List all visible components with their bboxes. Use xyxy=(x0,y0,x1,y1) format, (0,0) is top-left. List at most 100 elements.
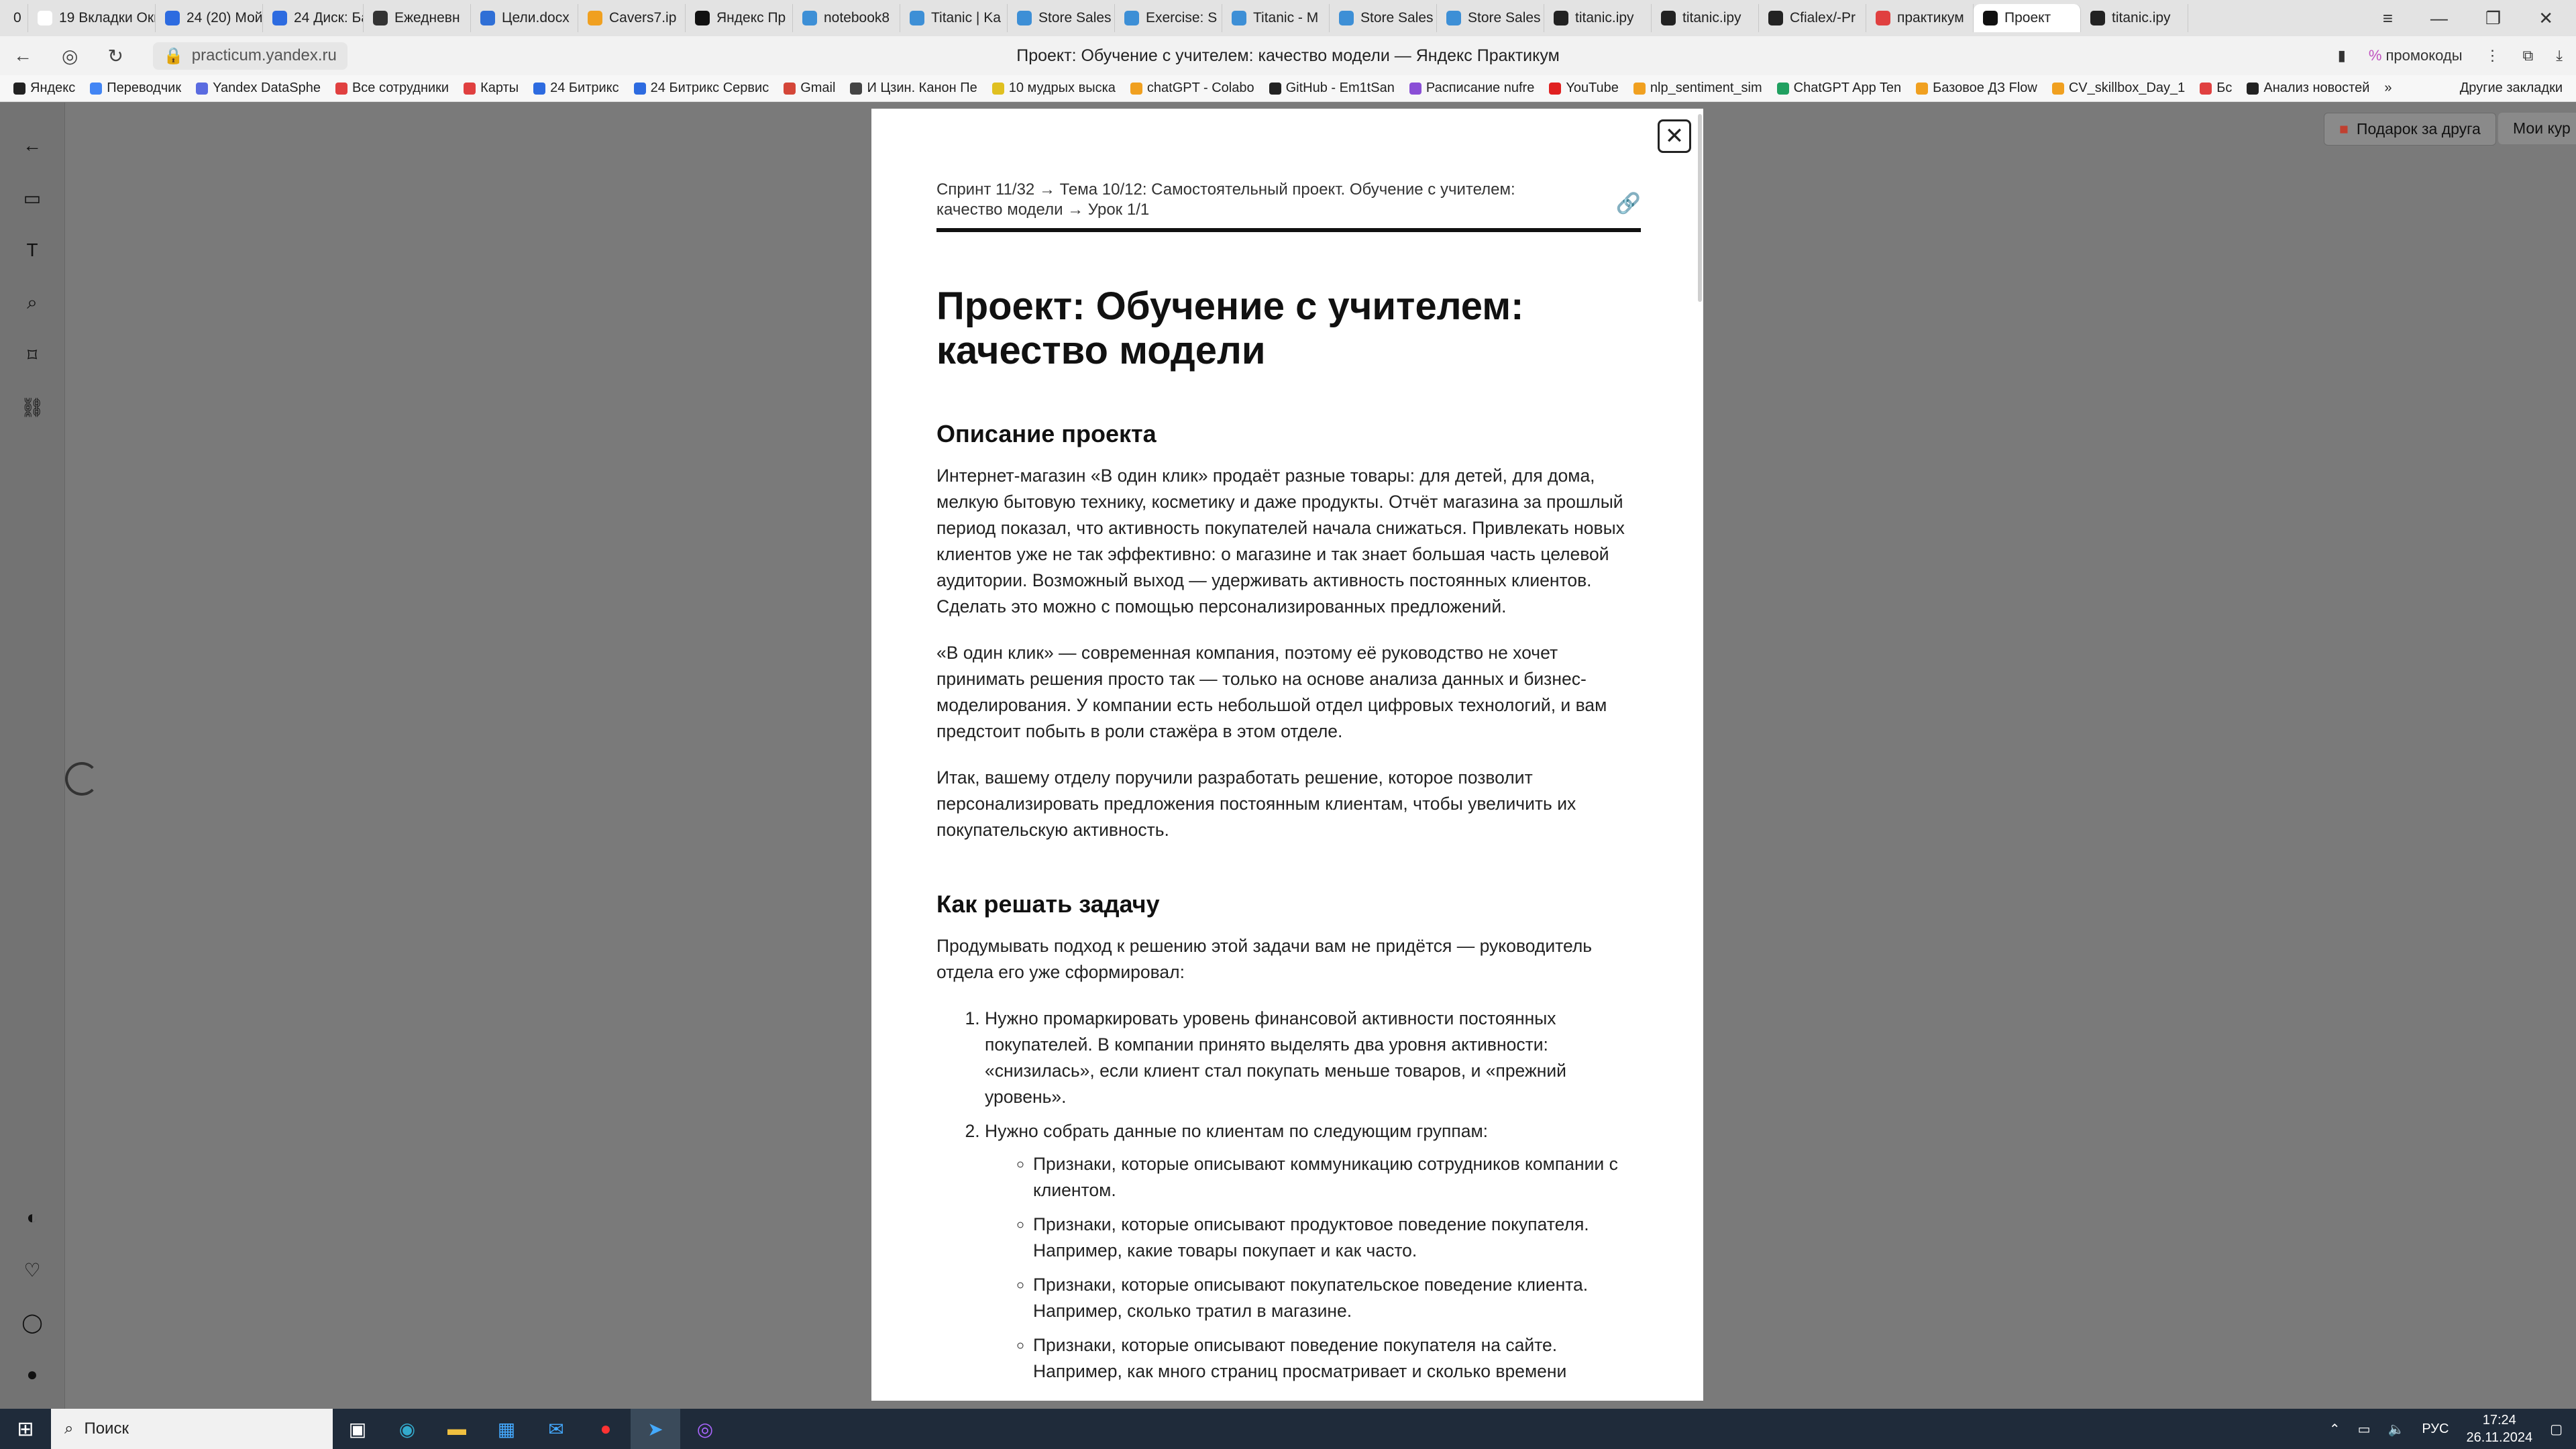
modal-scrollbar[interactable] xyxy=(1698,114,1702,302)
app-icon[interactable]: ◎ xyxy=(680,1409,730,1449)
restore-icon[interactable]: ❐ xyxy=(2485,8,2501,29)
my-courses-button[interactable]: Мои кур xyxy=(2498,113,2576,144)
bookmark-item[interactable]: chatGPT - Colabo xyxy=(1130,80,1254,96)
bookmark-item[interactable]: ChatGPT App Ten xyxy=(1776,80,1901,96)
bookmark-item[interactable]: И Цзин. Канон Пе xyxy=(850,80,977,96)
browser-tab[interactable]: Cfialex/-Pr xyxy=(1759,4,1866,32)
address-bar: ← ◎ ↻ 🔒 practicum.yandex.ru Проект: Обуч… xyxy=(0,36,2576,75)
minimize-icon[interactable]: — xyxy=(2430,8,2448,29)
edge-icon[interactable]: ◉ xyxy=(382,1409,432,1449)
avatar[interactable]: ● xyxy=(20,1362,44,1387)
tabs-menu-icon[interactable]: ≡ xyxy=(2383,8,2393,29)
windows-start-icon[interactable]: ⊞ xyxy=(0,1417,51,1441)
bookmark-item[interactable]: YouTube xyxy=(1549,80,1619,96)
menu-dots-icon[interactable]: ⋮ xyxy=(2485,47,2500,64)
network-icon[interactable]: ▭ xyxy=(2358,1421,2371,1438)
task-view-icon[interactable]: ▣ xyxy=(333,1409,382,1449)
browser-tab[interactable]: Exercise: S xyxy=(1115,4,1222,32)
yandex-protect-icon[interactable]: ◎ xyxy=(62,45,78,67)
bookmark-favicon-icon xyxy=(90,82,103,95)
book-icon[interactable]: ▭ xyxy=(20,186,44,210)
link-icon[interactable]: ⛓ xyxy=(20,395,44,419)
tab-favicon-icon xyxy=(1983,11,1998,25)
explorer-icon[interactable]: ▬ xyxy=(432,1409,482,1449)
chevron-up-icon[interactable]: ⌃ xyxy=(2329,1421,2341,1438)
download-icon[interactable]: ⤓ xyxy=(2556,47,2563,64)
bookmark-item[interactable]: Анализ новостей xyxy=(2247,80,2369,96)
volume-icon[interactable]: 🔈 xyxy=(2388,1421,2405,1438)
close-icon[interactable]: ✕ xyxy=(1658,119,1691,153)
bookmark-item[interactable]: Яндекс xyxy=(13,80,75,96)
chat-icon[interactable]: ◯ xyxy=(20,1310,44,1334)
mail-icon[interactable]: ✉ xyxy=(531,1409,581,1449)
bookmark-item[interactable]: Карты xyxy=(464,80,519,96)
bookmark-item[interactable]: Базовое ДЗ Flow xyxy=(1916,80,2037,96)
bookmark-icon[interactable]: ⌑ xyxy=(20,343,44,367)
bookmark-item[interactable]: 24 Битрикс xyxy=(533,80,619,96)
browser-tab[interactable]: titanic.ipy xyxy=(1544,4,1652,32)
clock[interactable]: 17:24 26.11.2024 xyxy=(2466,1411,2532,1446)
back-arrow-icon[interactable]: ← xyxy=(13,45,32,66)
list-item-text: Нужно собрать данные по клиентам по след… xyxy=(985,1121,1489,1141)
back-arrow-icon[interactable]: ← xyxy=(20,133,44,158)
tab-label: Проект xyxy=(2004,10,2051,25)
bookmark-label: Карты xyxy=(480,80,519,95)
bookmark-item[interactable]: 10 мудрых выска xyxy=(991,80,1116,96)
browser-tab[interactable]: Cavers7.ip xyxy=(578,4,686,32)
yandex-browser-icon[interactable]: ● xyxy=(581,1409,631,1449)
bookmark-page-icon[interactable]: ▮ xyxy=(2338,47,2346,64)
browser-tab[interactable]: titanic.ipy xyxy=(1652,4,1759,32)
browser-tab[interactable]: Titanic - M xyxy=(1222,4,1330,32)
browser-tab[interactable]: 24 Диск: Бар xyxy=(263,4,364,32)
other-bookmarks-button[interactable]: Другие закладки xyxy=(2460,80,2563,96)
browser-tab[interactable]: Store Sales xyxy=(1437,4,1544,32)
notifications-icon[interactable]: ▢ xyxy=(2550,1421,2563,1438)
bookmark-label: 24 Битрикс Сервис xyxy=(650,80,769,95)
store-icon[interactable]: ▦ xyxy=(482,1409,531,1449)
bookmark-favicon-icon xyxy=(335,82,347,95)
copy-link-icon[interactable]: 🔗 xyxy=(1616,192,1641,215)
search-icon[interactable]: ⌕ xyxy=(20,290,44,315)
browser-tab[interactable]: Яндекс Пр xyxy=(686,4,793,32)
url-field[interactable]: 🔒 practicum.yandex.ru xyxy=(152,42,347,70)
browser-tab[interactable]: Store Sales xyxy=(1330,4,1437,32)
browser-tab[interactable]: titanic.ipy xyxy=(2081,4,2188,32)
browser-tab[interactable]: Проект xyxy=(1974,4,2081,32)
browser-tab[interactable]: Цели.docx xyxy=(471,4,578,32)
browser-tab[interactable]: 24 (20) Мой п xyxy=(156,4,263,32)
bookmark-item[interactable]: Бс xyxy=(2200,80,2232,96)
close-window-icon[interactable]: ✕ xyxy=(2538,8,2553,29)
browser-tab[interactable]: Store Sales xyxy=(1008,4,1115,32)
bookmark-item[interactable]: Расписание nufre xyxy=(1409,80,1534,96)
theory-icon[interactable]: T xyxy=(20,238,44,262)
browser-tab[interactable]: практикум xyxy=(1866,4,1974,32)
gift-button[interactable]: ■ Подарок за друга xyxy=(2324,113,2496,146)
heart-icon[interactable]: ♡ xyxy=(20,1258,44,1282)
reload-icon[interactable]: ↻ xyxy=(107,45,123,67)
bookmark-item[interactable]: GitHub - Em1tSan xyxy=(1269,80,1395,96)
promo-button[interactable]: % промокоды xyxy=(2369,47,2463,64)
theme-toggle-icon[interactable]: ◐ xyxy=(20,1205,44,1230)
bookmark-favicon-icon xyxy=(533,82,546,95)
bookmark-item[interactable]: CV_skillbox_Day_1 xyxy=(2051,80,2185,96)
browser-tab[interactable]: Ежедневн xyxy=(364,4,471,32)
bookmark-item[interactable]: Переводчик xyxy=(90,80,181,96)
bookmark-label: Базовое ДЗ Flow xyxy=(1933,80,2037,95)
bookmark-item[interactable]: Gmail xyxy=(784,80,835,96)
telegram-icon[interactable]: ➤ xyxy=(631,1409,680,1449)
more-bookmarks-button[interactable]: » xyxy=(2384,80,2392,96)
bookmark-favicon-icon xyxy=(633,82,646,95)
breadcrumb[interactable]: Спринт 11/32 → Тема 10/12: Самостоятельн… xyxy=(936,180,1580,220)
browser-tab[interactable]: 19 Вкладки Окно 1 xyxy=(28,4,156,32)
browser-tab[interactable]: Titanic | Ka xyxy=(900,4,1008,32)
bookmark-item[interactable]: 24 Битрикс Сервис xyxy=(633,80,769,96)
tab-favicon-icon xyxy=(1768,11,1783,25)
taskbar-search[interactable]: ⌕ Поиск xyxy=(51,1409,333,1449)
collections-icon[interactable]: ⧉ xyxy=(2523,47,2534,64)
browser-tab[interactable]: 0 xyxy=(4,4,28,32)
bookmark-item[interactable]: Все сотрудники xyxy=(335,80,449,96)
language-indicator[interactable]: РУС xyxy=(2422,1421,2449,1437)
bookmark-item[interactable]: Yandex DataSphe xyxy=(196,80,321,96)
browser-tab[interactable]: notebook8 xyxy=(793,4,900,32)
bookmark-item[interactable]: nlp_sentiment_sim xyxy=(1633,80,1762,96)
